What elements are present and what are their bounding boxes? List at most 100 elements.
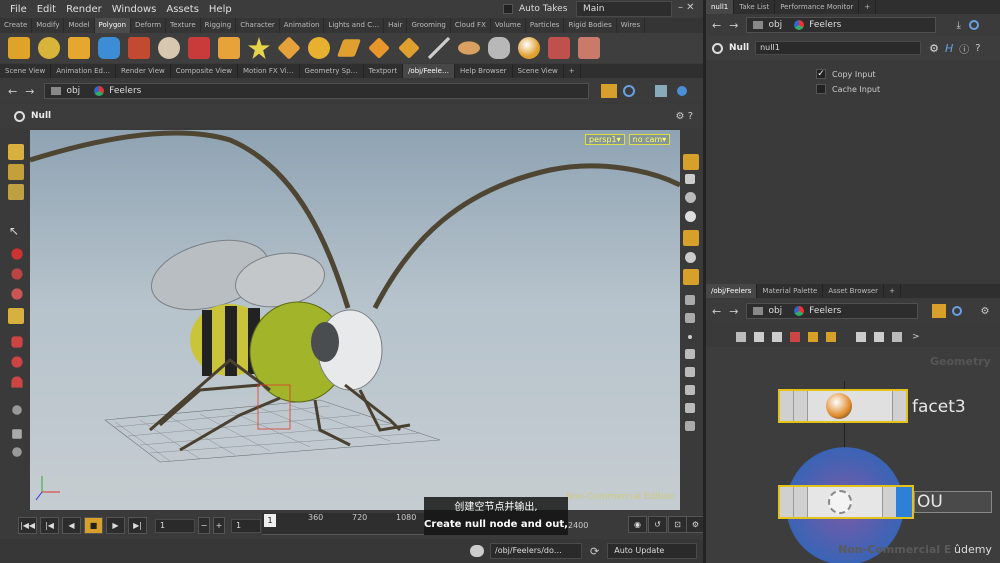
step-back-key-button[interactable]: |◀	[40, 517, 59, 534]
shelf-tab-rigging[interactable]: Rigging	[201, 18, 237, 33]
back-arrow-icon[interactable]: ←	[8, 85, 17, 98]
desktop-select[interactable]: Main	[576, 1, 672, 17]
book-tool-icon[interactable]	[578, 37, 600, 59]
camera-icon[interactable]	[12, 447, 22, 457]
tool-settings-icon[interactable]: ⚙ ?	[676, 111, 693, 122]
info-icon[interactable]: ⓘ	[959, 41, 969, 56]
prim-icon[interactable]	[685, 403, 695, 413]
template-flag-icon-2[interactable]	[882, 487, 896, 517]
shading-icon[interactable]	[685, 192, 696, 203]
add-tab-button[interactable]: +	[564, 64, 581, 78]
shelf-tab-wires[interactable]: Wires	[617, 18, 646, 33]
camera-bg-icon[interactable]	[683, 269, 699, 285]
node-name-field[interactable]: null1	[755, 41, 922, 55]
help-icon[interactable]: ?	[975, 43, 980, 54]
scale-tool-icon[interactable]	[11, 288, 23, 300]
ghost-icon[interactable]	[685, 313, 695, 323]
menu-windows[interactable]: Windows	[112, 4, 157, 15]
window-controls[interactable]: – ✕	[678, 2, 695, 13]
frame-increment-button[interactable]: +	[213, 517, 225, 534]
point-icon[interactable]	[688, 335, 692, 339]
tab-performance-monitor[interactable]: Performance Monitor	[775, 0, 860, 14]
view-tool-icon[interactable]	[8, 164, 24, 180]
path-feelers[interactable]: Feelers	[109, 84, 141, 98]
node-name-edit-text[interactable]: OU	[917, 492, 943, 512]
shelf-tab-hair[interactable]: Hair	[384, 18, 408, 33]
smooth-shading-icon[interactable]	[685, 211, 696, 222]
node-facet3[interactable]	[778, 389, 908, 423]
shelf-tab-character[interactable]: Character	[236, 18, 280, 33]
tab-textport[interactable]: Textport	[364, 64, 404, 78]
node-null-out[interactable]	[778, 485, 914, 519]
current-frame-field[interactable]: 1	[155, 518, 195, 533]
tube-tool-icon[interactable]	[98, 37, 120, 59]
path-obj[interactable]: obj	[66, 84, 80, 98]
cache-input-checkbox[interactable]	[816, 84, 826, 94]
note-icon[interactable]	[826, 332, 836, 342]
param-link-icon[interactable]	[968, 20, 979, 30]
shelf-tab-polygon[interactable]: Polygon	[94, 18, 132, 33]
display-flag-on-icon[interactable]	[896, 487, 912, 517]
layout-icon[interactable]	[856, 332, 866, 342]
network-path-field[interactable]: obj Feelers	[746, 303, 919, 319]
torus-tool-icon[interactable]	[158, 37, 180, 59]
tab-obj-feelers[interactable]: /obj/Feele…	[403, 64, 455, 78]
shelf-tab-rigid-bodies[interactable]: Rigid Bodies	[564, 18, 617, 33]
ball-tool-icon[interactable]	[518, 37, 540, 59]
menu-render[interactable]: Render	[66, 4, 102, 15]
param-pin-icon[interactable]: ⤓	[956, 20, 960, 31]
tab-asset-browser[interactable]: Asset Browser	[823, 284, 885, 298]
network-link-icon[interactable]	[952, 306, 963, 316]
param-path-field[interactable]: obj Feelers	[746, 17, 937, 33]
node-facet3-label[interactable]: facet3	[912, 397, 966, 417]
tab-motion-fx[interactable]: Motion FX Vi…	[238, 64, 300, 78]
grid-view-icon[interactable]	[772, 332, 782, 342]
add-param-tab-button[interactable]: +	[859, 0, 877, 14]
shelf-tab-create[interactable]: Create	[0, 18, 33, 33]
move-tool-icon[interactable]	[11, 248, 23, 260]
line-tool-icon[interactable]	[428, 37, 450, 59]
node-name-edit-field[interactable]: OU	[914, 491, 992, 513]
param-path-obj[interactable]: obj	[768, 18, 782, 32]
bypass-flag-icon-2[interactable]	[780, 487, 794, 517]
vertex-icon[interactable]	[685, 367, 695, 377]
display-flag-icon[interactable]	[808, 332, 818, 342]
more-icon[interactable]: >	[912, 332, 920, 342]
param-forward-icon[interactable]: →	[729, 19, 738, 32]
status-path-field[interactable]: /obj/Feelers/do…	[490, 543, 582, 559]
shelf-tab-cloudfx[interactable]: Cloud FX	[451, 18, 491, 33]
no-cam-menu[interactable]: no cam▾	[628, 134, 671, 145]
param-back-icon[interactable]: ←	[712, 19, 721, 32]
render-options-icon[interactable]	[677, 86, 688, 96]
network-gear-icon[interactable]: ⚙	[980, 306, 989, 317]
network-forward-icon[interactable]: →	[729, 305, 738, 318]
select-tool-icon[interactable]	[8, 144, 24, 160]
handle-tool-icon[interactable]	[8, 308, 24, 324]
sphere-tool-icon[interactable]	[308, 37, 330, 59]
tab-render-view[interactable]: Render View	[116, 64, 171, 78]
magnet-tool-icon[interactable]	[11, 376, 23, 388]
align-icon[interactable]	[874, 332, 884, 342]
rotate-tool-icon[interactable]	[11, 268, 23, 280]
tab-network-feelers[interactable]: /obj/Feelers	[706, 284, 758, 298]
template-flag-icon[interactable]	[892, 391, 906, 421]
diamond-tool-icon[interactable]	[368, 37, 390, 59]
play-button[interactable]: ▶	[106, 517, 125, 534]
headlight-icon[interactable]	[685, 252, 696, 263]
add-network-tab-button[interactable]: +	[884, 284, 901, 298]
pin-icon[interactable]	[601, 84, 618, 98]
auto-takes-checkbox[interactable]	[503, 4, 513, 14]
shelf-tab-modify[interactable]: Modify	[32, 18, 65, 33]
tab-take-list[interactable]: Take List	[734, 0, 776, 14]
shelf-tab-lights[interactable]: Lights and C…	[324, 18, 385, 33]
menu-file[interactable]: File	[10, 4, 27, 15]
brain-tool-icon[interactable]	[488, 37, 510, 59]
bypass-flag-icon[interactable]	[780, 391, 794, 421]
shelf-tab-particles[interactable]: Particles	[526, 18, 565, 33]
tab-geometry-spreadsheet[interactable]: Geometry Sp…	[300, 64, 364, 78]
audio-toggle-icon[interactable]: ⊡	[668, 516, 687, 533]
shelf-tab-model[interactable]: Model	[64, 18, 95, 33]
play-reverse-button[interactable]: ◀	[62, 517, 81, 534]
pose-tool-icon[interactable]	[11, 336, 23, 348]
arrow-select-icon[interactable]: ↖	[9, 224, 25, 240]
